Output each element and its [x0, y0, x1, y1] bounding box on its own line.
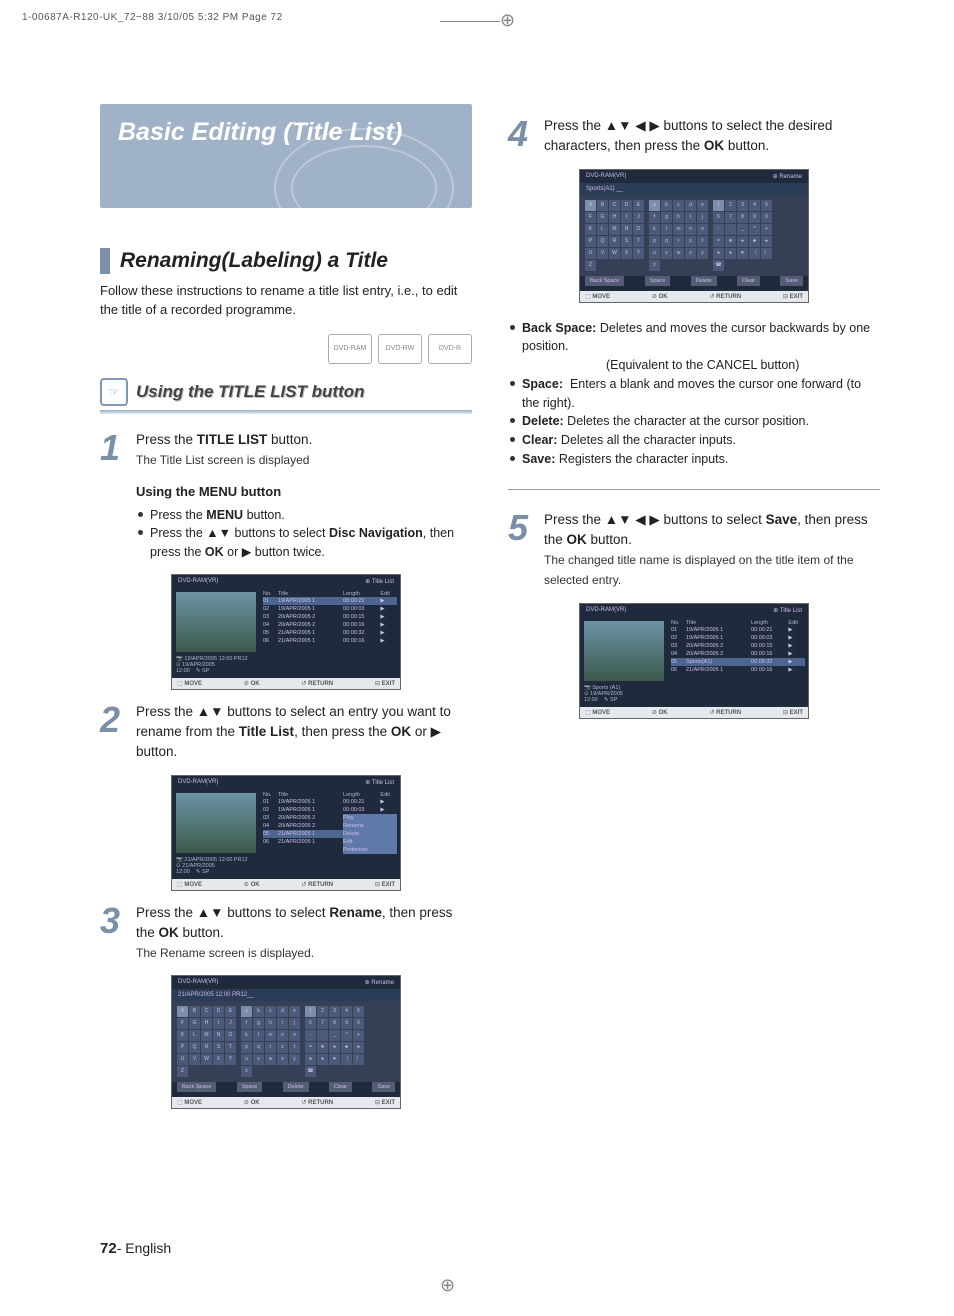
subsection-title: Using the TITLE LIST button — [136, 382, 365, 402]
step-number: 2 — [100, 702, 126, 763]
menu-bullets: Press the MENU button. Press the ▲▼ butt… — [136, 506, 472, 562]
step-subtext: The Title List screen is displayed — [136, 453, 309, 467]
kb-save: Save — [372, 1082, 395, 1092]
subsection-underline — [100, 410, 472, 414]
menu-subheading: Using the MENU button — [136, 482, 472, 502]
kb-space: Space — [645, 276, 671, 286]
disc-compat-row: DVD-RAM DVD-RW DVD-R — [100, 334, 472, 364]
step-3: 3 Press the ▲▼ buttons to select Rename,… — [100, 903, 472, 964]
screenshot-title-list-renamed: DVD-RAM(VR)⊕ Title List 📷 Sports (A1) ⊙ … — [579, 603, 809, 719]
step-2: 2 Press the ▲▼ buttons to select an entr… — [100, 702, 472, 763]
step-number: 4 — [508, 116, 534, 157]
step-number: 1 — [100, 430, 126, 562]
screenshot-rename-2: DVD-RAM(VR)⊕ Rename Sports(A1) __ ABCDEF… — [579, 169, 809, 303]
crop-mark-bottom: ⊕ — [440, 1275, 455, 1296]
kb-delete: Delete — [283, 1082, 309, 1092]
section-tick-icon — [100, 248, 110, 274]
disc-logo-ram: DVD-RAM — [328, 334, 372, 364]
onscreen-keyboard: ABCDEFGHIJKLMNOPQRSTUVWXYZ abcdefghijklm… — [172, 1001, 400, 1082]
screenshot-title-list-popup: DVD-RAM(VR)⊕ Title List 📷 21/APR/2005 12… — [171, 775, 401, 891]
kb-backspace: Back Space — [177, 1082, 216, 1092]
subsection-heading: ☞ Using the TITLE LIST button — [100, 378, 472, 406]
step-number: 3 — [100, 903, 126, 964]
page-title-banner: Basic Editing (Title List) — [100, 104, 472, 208]
title-table: No.TitleLengthEdit 0119/APR/2005 100:00:… — [263, 591, 397, 645]
kb-space: Space — [237, 1082, 263, 1092]
page-footer: 72- English — [100, 1240, 171, 1257]
disc-logo-r: DVD-R — [428, 334, 472, 364]
kb-backspace: Back Space — [585, 276, 624, 286]
keyboard-lowercase: abcdefghijklmnopqrstuvwxyz — [649, 200, 708, 271]
rename-entry-field: Sports(A1) __ — [580, 183, 808, 195]
disc-logo-rw: DVD-RW — [378, 334, 422, 364]
keyboard-numsyms: 1234567890-._^+=★●♣♠●♦♥〔〕☎ — [713, 200, 772, 271]
kb-save: Save — [780, 276, 803, 286]
section-title: Renaming(Labeling) a Title — [120, 249, 388, 273]
keyboard-lowercase: abcdefghijklmnopqrstuvwxyz — [241, 1006, 300, 1077]
section-intro: Follow these instructions to rename a ti… — [100, 282, 472, 320]
keyboard-uppercase: ABCDEFGHIJKLMNOPQRSTUVWXYZ — [585, 200, 644, 271]
crop-mark-top: ⊕ — [440, 10, 515, 31]
title-table: No.TitleLengthEdit 0119/APR/2005 100:00:… — [263, 792, 397, 854]
kb-clear: Clear — [737, 276, 760, 286]
step-1: 1 Press the TITLE LIST button. The Title… — [100, 430, 472, 562]
title-table: No.TitleLengthEdit 0119/APR/2005 100:00:… — [671, 620, 805, 674]
section-heading: Renaming(Labeling) a Title — [100, 248, 472, 274]
thumbnail-image — [584, 621, 664, 681]
step-number: 5 — [508, 510, 534, 591]
step-5: 5 Press the ▲▼ ◀ ▶ buttons to select Sav… — [508, 510, 880, 591]
onscreen-keyboard: ABCDEFGHIJKLMNOPQRSTUVWXYZ abcdefghijklm… — [580, 195, 808, 276]
key-definitions: Back Space: Deletes and moves the cursor… — [508, 319, 880, 469]
keyboard-numsyms: 1234567890-._^+=★●♣♠●♦♥〔〕☎ — [305, 1006, 364, 1077]
screenshot-rename-1: DVD-RAM(VR)⊕ Rename 21/APR/2005 12:00 PR… — [171, 975, 401, 1109]
screenshot-title-list-1: DVD-RAM(VR)⊕ Title List 📷 19/APR/2005 12… — [171, 574, 401, 690]
hand-icon: ☞ — [100, 378, 128, 406]
kb-delete: Delete — [691, 276, 717, 286]
thumbnail-image — [176, 793, 256, 853]
kb-clear: Clear — [329, 1082, 352, 1092]
step-4: 4 Press the ▲▼ ◀ ▶ buttons to select the… — [508, 116, 880, 157]
keyboard-uppercase: ABCDEFGHIJKLMNOPQRSTUVWXYZ — [177, 1006, 236, 1077]
step-text: Press the TITLE LIST button. — [136, 432, 312, 447]
print-slug: 1-00687A-R120-UK_72~88 3/10/05 5:32 PM P… — [22, 12, 283, 23]
rename-entry-field: 21/APR/2005 12:00 PR12__ — [172, 989, 400, 1001]
thumbnail-image — [176, 592, 256, 652]
divider — [508, 489, 880, 490]
